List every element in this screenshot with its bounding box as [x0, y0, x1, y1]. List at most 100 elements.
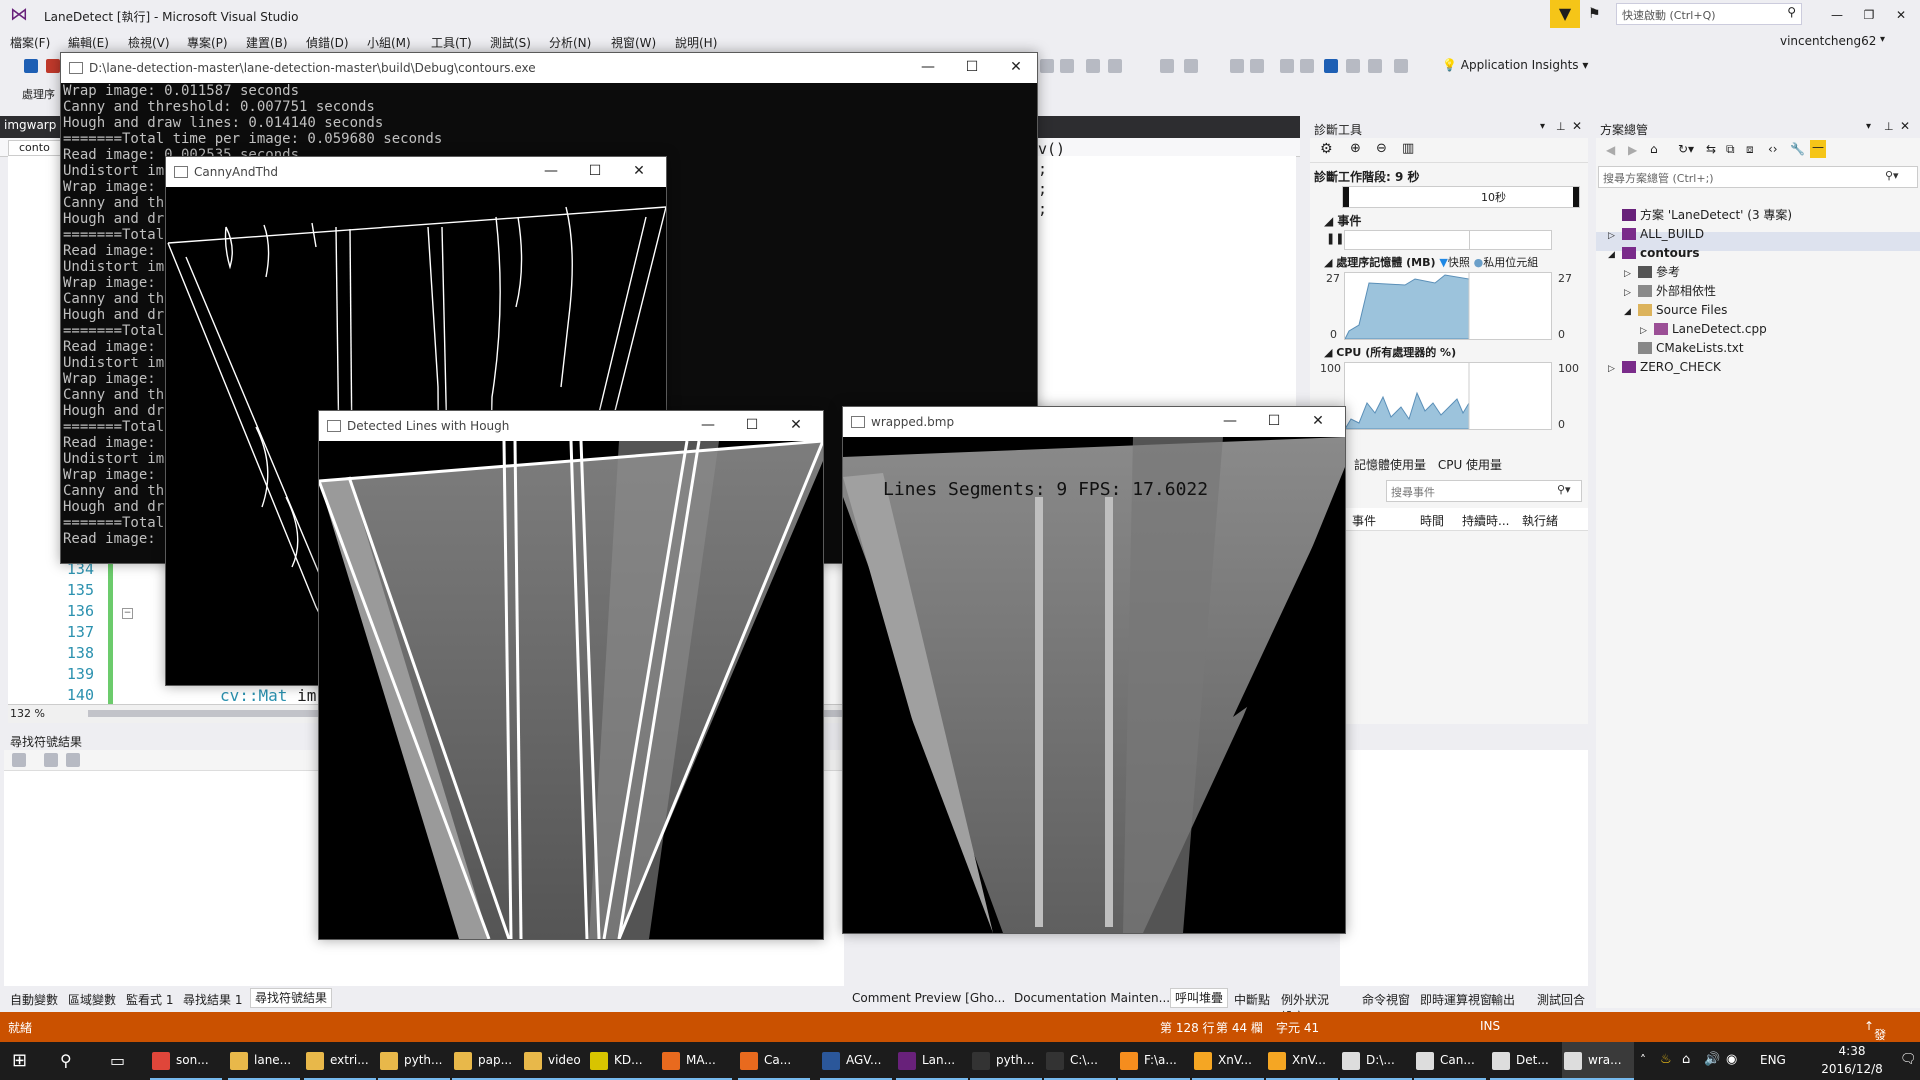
account-name[interactable]: vincentcheng62	[1780, 34, 1876, 48]
menu-project[interactable]: 專案(P)	[187, 34, 228, 51]
expand-arrow-icon[interactable]: ◢	[1608, 246, 1622, 264]
task-view-icon[interactable]: ▭	[110, 1051, 125, 1070]
menu-view[interactable]: 檢視(V)	[128, 34, 170, 51]
menu-help[interactable]: 說明(H)	[675, 34, 717, 51]
window-titlebar[interactable]: Detected Lines with Hough — ☐ ✕	[319, 411, 823, 441]
toolbar-icon[interactable]	[1394, 59, 1408, 73]
minimize-button[interactable]: —	[913, 59, 943, 75]
windows-start-icon[interactable]: ⊞	[12, 1051, 32, 1071]
minimize-button[interactable]: —	[1215, 413, 1245, 429]
menu-file[interactable]: 檔案(F)	[10, 34, 50, 51]
memory-chart[interactable]	[1344, 272, 1552, 340]
toolbar-icon[interactable]	[1160, 59, 1174, 73]
minimize-button[interactable]: —	[1822, 5, 1852, 25]
menu-analyze[interactable]: 分析(N)	[549, 34, 591, 51]
toolbar-icon[interactable]	[66, 753, 80, 767]
tab-test-runs[interactable]: 測試回合	[1537, 991, 1585, 1008]
col-duration[interactable]: 持續時...	[1462, 512, 1509, 529]
show-hidden-icons[interactable]: ˄	[1640, 1053, 1646, 1067]
language-tray-icon[interactable]: ◉	[1726, 1052, 1737, 1067]
dropdown-icon[interactable]: ▾	[1866, 121, 1871, 132]
publish-button[interactable]: ↑ 發行	[1864, 1019, 1886, 1059]
volume-icon[interactable]: 🔊	[1704, 1052, 1720, 1067]
hough-window[interactable]: Detected Lines with Hough — ☐ ✕	[318, 410, 824, 940]
taskbar-app[interactable]: F:\a...	[1118, 1042, 1190, 1080]
settings-icon[interactable]: ⚙	[1320, 141, 1333, 157]
menu-build[interactable]: 建置(B)	[246, 34, 288, 51]
toolbar-icon[interactable]	[1086, 59, 1100, 73]
taskbar-app[interactable]: XnV...	[1266, 1042, 1338, 1080]
tab-output[interactable]: 輸出	[1491, 991, 1515, 1008]
tab-autos[interactable]: 自動變數	[10, 991, 58, 1008]
editor-tab-imgwarp[interactable]: imgwarp	[4, 118, 56, 132]
close-icon[interactable]: ✕	[1572, 119, 1582, 133]
taskbar-app[interactable]: Can...	[1414, 1042, 1486, 1080]
input-language[interactable]: ENG	[1760, 1053, 1786, 1067]
back-icon[interactable]: ◀	[1606, 143, 1615, 157]
tab-comment-preview[interactable]: Comment Preview [Gho...	[852, 991, 1005, 1005]
maximize-button[interactable]: ❐	[1854, 5, 1884, 25]
toolbar-icon[interactable]	[1184, 59, 1198, 73]
tab-immediate-window[interactable]: 即時運算視窗	[1420, 991, 1492, 1008]
toolbar-icon[interactable]	[1346, 59, 1360, 73]
zoom-out-icon[interactable]: ⊖	[1376, 141, 1387, 156]
outline-collapse-icon[interactable]: −	[122, 608, 133, 619]
events-track[interactable]	[1344, 230, 1552, 250]
zoom-in-icon[interactable]: ⊕	[1350, 141, 1361, 156]
taskbar-app[interactable]: Lan...	[896, 1042, 968, 1080]
taskbar-app[interactable]: Det...	[1490, 1042, 1562, 1080]
menu-tools[interactable]: 工具(T)	[431, 34, 472, 51]
application-insights-button[interactable]: 💡 Application Insights ▾	[1442, 58, 1588, 72]
close-button[interactable]: ✕	[624, 163, 654, 179]
toolbar-icon[interactable]	[1368, 59, 1382, 73]
cpu-chart[interactable]	[1344, 362, 1552, 430]
tab-documentation[interactable]: Documentation Mainten...	[1014, 991, 1170, 1005]
tab-call-stack[interactable]: 呼叫堆疊	[1170, 988, 1229, 1008]
taskbar-app[interactable]: KD...	[588, 1042, 660, 1080]
expand-arrow-icon[interactable]: ▷	[1624, 265, 1638, 283]
maximize-button[interactable]: ☐	[1259, 413, 1289, 429]
toolbar-icon[interactable]	[1300, 59, 1314, 73]
col-event[interactable]: 事件	[1352, 512, 1376, 529]
search-icon[interactable]: ⚲	[60, 1051, 72, 1070]
pause-icon[interactable]	[24, 59, 38, 73]
tree-item[interactable]: 方案 'LaneDetect' (3 專案)	[1608, 206, 1792, 224]
bookmark-icon[interactable]	[1324, 59, 1338, 73]
taskbar-app[interactable]: video	[522, 1042, 594, 1080]
switch-views-icon[interactable]: ⇆	[1706, 142, 1716, 156]
taskbar-app[interactable]: MA...	[660, 1042, 732, 1080]
expand-arrow-icon[interactable]: ▷	[1608, 360, 1622, 378]
zoom-level[interactable]: 132 %	[10, 707, 45, 720]
close-button[interactable]: ✕	[1303, 413, 1333, 429]
toolbar-icon[interactable]	[44, 753, 58, 767]
col-thread[interactable]: 執行緒	[1522, 512, 1558, 529]
menu-team[interactable]: 小組(M)	[367, 34, 411, 51]
menu-debug[interactable]: 偵錯(D)	[306, 34, 349, 51]
col-time[interactable]: 時間	[1420, 512, 1444, 529]
menu-window[interactable]: 視窗(W)	[611, 34, 656, 51]
clock-date[interactable]: 2016/12/8	[1812, 1062, 1892, 1076]
maximize-button[interactable]: ☐	[957, 59, 987, 75]
tree-item[interactable]: ▷ 參考	[1624, 263, 1680, 281]
tree-item[interactable]: CMakeLists.txt	[1624, 339, 1744, 357]
taskbar-app[interactable]: pyth...	[970, 1042, 1042, 1080]
tree-item[interactable]: ◢ Source Files	[1624, 301, 1727, 319]
toolbar-icon[interactable]	[1230, 59, 1244, 73]
network-icon[interactable]: ⌂	[1682, 1052, 1690, 1067]
toolbar-icon[interactable]	[1250, 59, 1264, 73]
show-all-files-icon[interactable]: ⧈	[1746, 142, 1754, 157]
session-timeline[interactable]: 10秒	[1342, 186, 1580, 208]
quick-launch-input[interactable]: 快速啟動 (Ctrl+Q) ⚲	[1616, 3, 1802, 25]
toolbar-icon[interactable]	[1108, 59, 1122, 73]
collapse-all-icon[interactable]: ⧉	[1726, 142, 1735, 157]
feedback-icon[interactable]: ⚑	[1588, 6, 1601, 22]
menu-edit[interactable]: 編輯(E)	[68, 34, 109, 51]
tree-item[interactable]: ▷ LaneDetect.cpp	[1640, 320, 1767, 338]
taskbar-app[interactable]: extri...	[304, 1042, 376, 1080]
account-dropdown-icon[interactable]: ▾	[1880, 34, 1885, 45]
event-search-input[interactable]: 搜尋事件 ⚲▾	[1386, 480, 1582, 502]
maximize-button[interactable]: ☐	[580, 163, 610, 179]
expand-arrow-icon[interactable]: ▷	[1624, 284, 1638, 302]
forward-icon[interactable]: ▶	[1628, 143, 1637, 157]
taskbar-app[interactable]: lane...	[228, 1042, 300, 1080]
